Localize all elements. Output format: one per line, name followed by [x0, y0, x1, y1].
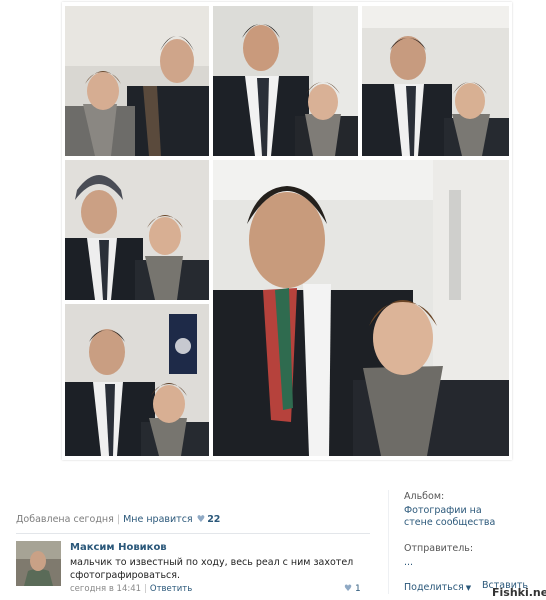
photo-collage [62, 2, 512, 460]
album-link[interactable]: Фотографии на стене сообщества [404, 505, 500, 529]
photo-1-image [65, 6, 209, 156]
photo-3-image [362, 6, 509, 156]
photo-1[interactable] [65, 6, 209, 156]
sender-label: Отправитель: [404, 543, 474, 554]
comment-text: мальчик то известный по ходу, весь реал … [70, 557, 354, 581]
photo-5-image [213, 160, 509, 456]
divider [16, 533, 370, 534]
share-label: Поделиться [404, 582, 464, 593]
heart-icon[interactable]: ♥ [197, 514, 206, 525]
photo-4[interactable] [65, 160, 209, 300]
photo-4-image [65, 160, 209, 300]
comment-author[interactable]: Максим Новиков [70, 542, 167, 553]
album-label: Альбом: [404, 491, 445, 502]
watermark: Fishki.net [492, 586, 546, 599]
photo-3[interactable] [362, 6, 509, 156]
comment-like-button[interactable]: ♥ 1 [344, 584, 361, 594]
comment-time: сегодня в 14:41 [70, 584, 142, 594]
comment-footer: сегодня в 14:41 | Ответить [70, 584, 192, 594]
reply-button[interactable]: Ответить [150, 584, 192, 594]
avatar[interactable] [16, 541, 61, 586]
share-button[interactable]: Поделиться ▼ [404, 582, 471, 593]
like-button[interactable]: Мне нравится [123, 514, 193, 525]
post-meta: Добавлена сегодня | Мне нравится ♥ 22 [16, 514, 220, 525]
sidebar-divider [388, 490, 389, 594]
photo-6[interactable] [65, 304, 209, 456]
photo-2[interactable] [213, 6, 358, 156]
photo-2-image [213, 6, 358, 156]
comment-like-count: 1 [354, 584, 361, 594]
meta-separator: | [116, 514, 121, 525]
comment-heart-icon: ♥ [344, 584, 353, 594]
comment-separator: | [144, 584, 147, 594]
sender-value[interactable]: ... [404, 557, 413, 569]
photo-6-image [65, 304, 209, 456]
like-count: 22 [207, 514, 221, 525]
chevron-down-icon: ▼ [465, 584, 472, 592]
photo-5[interactable] [213, 160, 509, 456]
avatar-image [16, 541, 61, 586]
added-label: Добавлена сегодня [16, 514, 114, 525]
